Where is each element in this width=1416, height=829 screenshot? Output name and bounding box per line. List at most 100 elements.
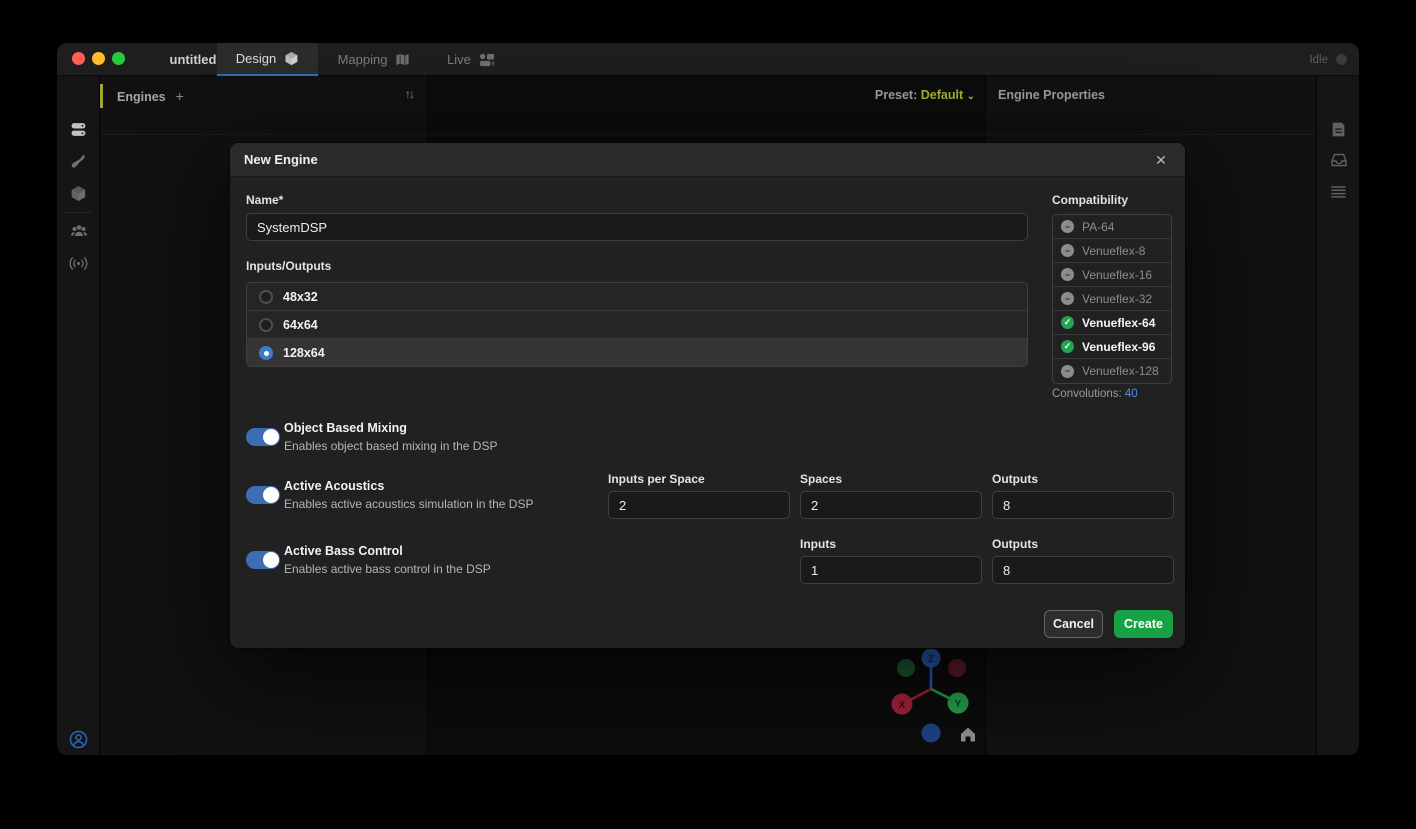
new-engine-dialog: New Engine ✕ Name* Inputs/Outputs 48x32 … (230, 143, 1185, 648)
active-section-accent (100, 84, 103, 108)
app-window: untitled Design Mapping Live (57, 43, 1359, 755)
tab-design-label: Design (236, 51, 276, 66)
radio-icon (259, 290, 273, 304)
group-icon[interactable] (57, 219, 100, 243)
io-label: Inputs/Outputs (246, 259, 331, 273)
compat-row: ✓ Venueflex-64 (1053, 311, 1171, 335)
cube-icon (284, 51, 299, 66)
engine-status: Idle (1309, 43, 1347, 76)
engines-panel-title: Engines+ (117, 88, 184, 104)
titlebar: untitled Design Mapping Live (57, 43, 1359, 76)
broadcast-icon[interactable] (57, 251, 100, 275)
status-indicator-dot (1336, 54, 1347, 65)
check-circle-icon: ✓ (1061, 340, 1074, 353)
io-radio-group: 48x32 64x64 128x64 (246, 282, 1028, 367)
inputs-per-space-label: Inputs per Space (608, 472, 705, 486)
status-label: Idle (1309, 54, 1328, 66)
close-icon[interactable]: ✕ (1149, 143, 1173, 177)
chevron-down-icon: ⌄ (967, 91, 975, 102)
radio-selected-icon (259, 346, 273, 360)
home-view-icon (961, 728, 975, 742)
check-circle-icon: ✓ (1061, 316, 1074, 329)
active-acoustics-toggle[interactable] (246, 486, 280, 504)
minus-circle-icon: − (1061, 292, 1074, 305)
toolbar-divider (65, 212, 92, 213)
convolutions-value: 40 (1125, 388, 1138, 400)
minimize-window-button[interactable] (92, 52, 105, 65)
compat-row: − Venueflex-16 (1053, 263, 1171, 287)
axis-neg-y-handle (897, 659, 915, 677)
active-acoustics-desc: Enables active acoustics simulation in t… (284, 497, 533, 511)
minus-circle-icon: − (1061, 220, 1074, 233)
name-input[interactable] (246, 213, 1028, 241)
minus-circle-icon: − (1061, 268, 1074, 281)
left-toolbar (57, 76, 100, 755)
object-based-mixing-desc: Enables object based mixing in the DSP (284, 439, 497, 453)
object-based-mixing-title: Object Based Mixing (284, 421, 407, 435)
tab-mapping-label: Mapping (338, 52, 388, 67)
compat-row: − Venueflex-128 (1053, 359, 1171, 383)
acoustics-outputs-label: Outputs (992, 472, 1038, 486)
active-bass-control-desc: Enables active bass control in the DSP (284, 562, 491, 576)
minus-circle-icon: − (1061, 244, 1074, 257)
bass-inputs-label: Inputs (800, 537, 836, 551)
tab-mapping[interactable]: Mapping (318, 43, 430, 76)
io-option-128x64[interactable]: 128x64 (247, 339, 1027, 367)
user-icon[interactable] (57, 727, 100, 751)
tab-live[interactable]: Live (430, 43, 512, 76)
object-based-mixing-toggle[interactable] (246, 428, 280, 446)
compat-row: ✓ Venueflex-96 (1053, 335, 1171, 359)
io-option-48x32[interactable]: 48x32 (247, 283, 1027, 311)
convolutions-count: Convolutions: 40 (1052, 388, 1138, 400)
create-button[interactable]: Create (1114, 610, 1173, 638)
tab-design[interactable]: Design (217, 43, 318, 76)
compatibility-label: Compatibility (1052, 193, 1128, 207)
notes-icon[interactable] (1317, 117, 1359, 141)
active-bass-control-toggle[interactable] (246, 551, 280, 569)
minus-circle-icon: − (1061, 365, 1074, 378)
close-window-button[interactable] (72, 52, 85, 65)
inputs-per-space-input[interactable] (608, 491, 790, 519)
preset-dropdown[interactable]: Preset: Default ⌄ (875, 88, 975, 102)
compat-row: − PA-64 (1053, 215, 1171, 239)
axis-neg-x-handle (948, 659, 966, 677)
cube-icon[interactable] (57, 181, 100, 205)
properties-panel-header: Engine Properties (986, 76, 1316, 135)
radio-icon (259, 318, 273, 332)
right-toolbar (1316, 76, 1359, 755)
bass-outputs-label: Outputs (992, 537, 1038, 551)
dialog-header: New Engine ✕ (230, 143, 1185, 177)
active-bass-control-title: Active Bass Control (284, 544, 403, 558)
axis-gizmo[interactable]: Z X Y (871, 645, 991, 755)
active-acoustics-title: Active Acoustics (284, 479, 384, 493)
canvas-header: Preset: Default ⌄ (428, 76, 985, 135)
compatibility-list: − PA-64 − Venueflex-8 − Venueflex-16 − V… (1052, 214, 1172, 384)
acoustics-outputs-input[interactable] (992, 491, 1174, 519)
axis-z-label: Z (928, 654, 934, 665)
bass-outputs-input[interactable] (992, 556, 1174, 584)
sort-engines-button[interactable]: ↑↓ (405, 87, 413, 101)
list-icon[interactable] (1317, 180, 1359, 204)
properties-panel-title: Engine Properties (998, 88, 1105, 102)
bass-inputs-input[interactable] (800, 556, 982, 584)
io-option-64x64[interactable]: 64x64 (247, 311, 1027, 339)
dialog-title: New Engine (244, 143, 318, 177)
engines-panel-header: Engines+ ↑↓ (100, 76, 427, 135)
engines-stack-icon[interactable] (57, 117, 100, 141)
add-engine-button[interactable]: + (176, 88, 184, 104)
brush-icon[interactable] (57, 149, 100, 173)
name-label: Name* (246, 193, 283, 207)
axis-neg-z-handle (922, 724, 941, 743)
cancel-button[interactable]: Cancel (1044, 610, 1103, 638)
dashboard-icon (479, 53, 495, 67)
zoom-window-button[interactable] (112, 52, 125, 65)
spaces-label: Spaces (800, 472, 842, 486)
spaces-input[interactable] (800, 491, 982, 519)
compat-row: − Venueflex-32 (1053, 287, 1171, 311)
preset-value: Default (921, 88, 963, 102)
axis-y-label: Y (955, 699, 962, 710)
tab-live-label: Live (447, 52, 471, 67)
archive-icon[interactable] (1317, 148, 1359, 172)
map-icon (395, 52, 410, 67)
axis-x-label: X (899, 700, 906, 711)
